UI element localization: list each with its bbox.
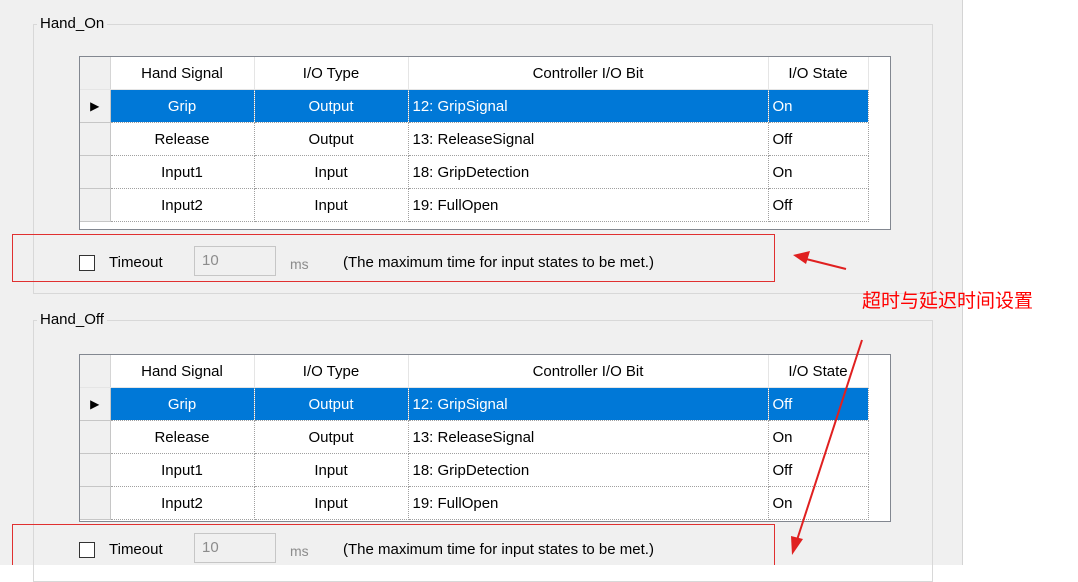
arrow-to-hand-on-icon (793, 251, 847, 270)
annotation-arrows (791, 251, 863, 555)
arrow-to-hand-off-icon (791, 339, 863, 555)
